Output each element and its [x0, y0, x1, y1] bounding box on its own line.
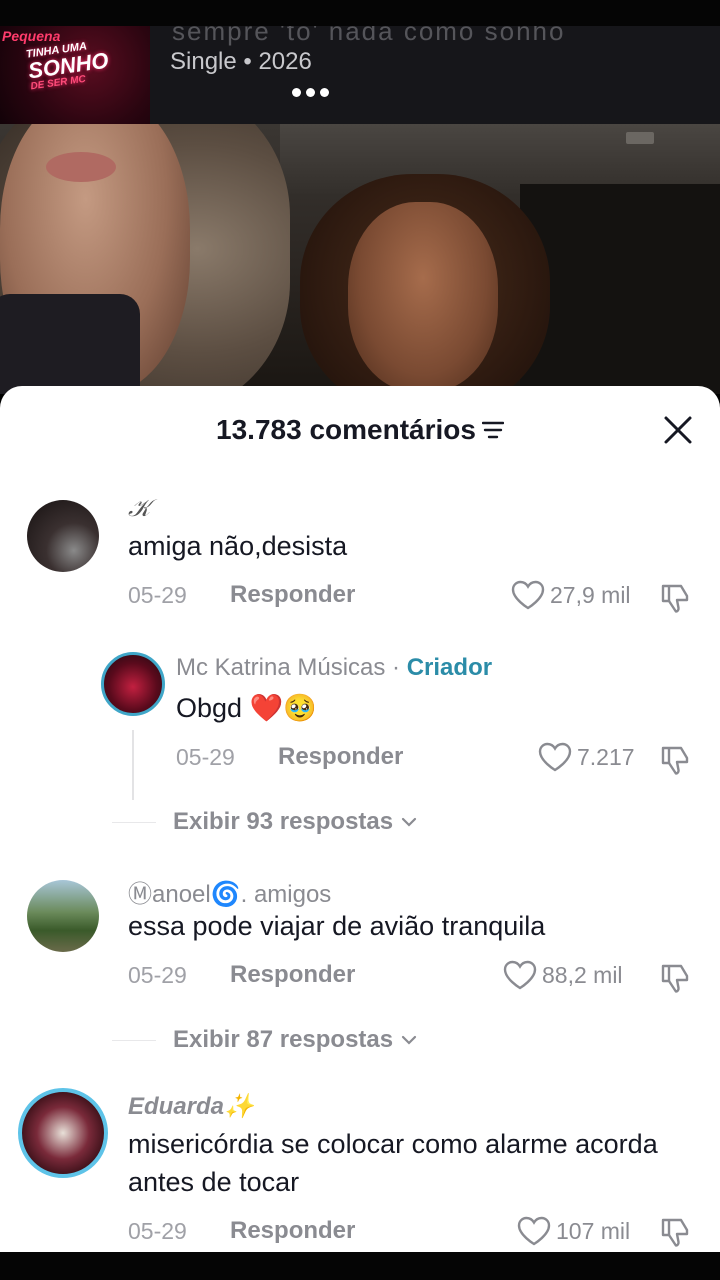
- view-replies-button[interactable]: Exibir 93 respostas: [173, 808, 417, 836]
- reply-button[interactable]: Responder: [230, 961, 355, 989]
- song-title: sempre 'to' nada como sonho: [172, 26, 566, 46]
- avatar[interactable]: [27, 880, 99, 952]
- comments-count-title: 13.783 comentários: [0, 414, 720, 446]
- heart-icon: [517, 1216, 551, 1246]
- comment-username[interactable]: Ⓜanoel🌀. amigos: [128, 874, 331, 909]
- view-replies-button[interactable]: Exibir 87 respostas: [173, 1026, 417, 1054]
- like-button[interactable]: 27,9 mil: [511, 580, 631, 610]
- creator-badge: Criador: [406, 654, 493, 681]
- top-letterbox: [0, 0, 720, 26]
- comment-date: 05-29: [128, 1218, 187, 1244]
- chevron-down-icon: [402, 817, 417, 827]
- dislike-icon[interactable]: [659, 1216, 693, 1250]
- creator-avatar[interactable]: [101, 652, 165, 716]
- replies-divider: [112, 822, 156, 823]
- comment-username[interactable]: Eduarda✨: [128, 1092, 254, 1121]
- song-meta: Single • 2026: [170, 48, 312, 75]
- comment-date: 05-29: [128, 582, 187, 608]
- music-header[interactable]: Pequena TINHA UMA SONHO DE SER MC sempre…: [0, 26, 720, 124]
- comment-date: 05-29: [128, 962, 187, 988]
- dislike-icon[interactable]: [659, 582, 693, 616]
- reply-button[interactable]: Responder: [230, 581, 355, 609]
- more-options-icon[interactable]: [292, 88, 332, 100]
- like-count: 107 mil: [556, 1217, 631, 1244]
- sort-filter-icon[interactable]: [481, 421, 504, 439]
- close-icon[interactable]: [662, 414, 694, 446]
- heart-icon: [503, 960, 537, 990]
- like-count: 88,2 mil: [542, 961, 623, 988]
- heart-icon: [538, 742, 572, 772]
- like-button[interactable]: 7.217: [538, 742, 635, 772]
- comment-username[interactable]: 𝒦: [128, 494, 150, 522]
- comments-sheet: 13.783 comentários 𝒦 amiga não,desista 0…: [0, 386, 720, 1252]
- comments-header: 13.783 comentários: [0, 386, 720, 476]
- chevron-down-icon: [402, 1035, 417, 1045]
- video-person-right: [348, 202, 498, 392]
- thread-line: [132, 730, 134, 800]
- dislike-icon[interactable]: [659, 962, 693, 996]
- like-button[interactable]: 88,2 mil: [503, 960, 623, 990]
- heart-icon: [511, 580, 545, 610]
- avatar[interactable]: [18, 1088, 108, 1178]
- comment-text: amiga não,desista: [128, 531, 348, 561]
- video-player[interactable]: [0, 124, 720, 394]
- like-count: 27,9 mil: [550, 581, 631, 608]
- comment-text: essa pode viajar de avião tranquila: [128, 911, 546, 941]
- replies-divider: [112, 1040, 156, 1041]
- reply-date: 05-29: [176, 744, 235, 770]
- like-button[interactable]: 107 mil: [517, 1216, 630, 1246]
- bottom-letterbox: [0, 1252, 720, 1280]
- cover-art-text: TINHA UMA SONHO DE SER MC: [25, 40, 111, 93]
- comment-text: misericórdia se colocar como alarme acor…: [128, 1129, 658, 1197]
- avatar[interactable]: [27, 500, 99, 572]
- like-count: 7.217: [577, 743, 635, 770]
- dislike-icon[interactable]: [659, 744, 693, 778]
- cover-title-text: Pequena: [2, 28, 61, 44]
- album-cover[interactable]: Pequena TINHA UMA SONHO DE SER MC: [0, 26, 150, 124]
- reply-button[interactable]: Responder: [278, 743, 403, 771]
- reply-button[interactable]: Responder: [230, 1217, 355, 1245]
- reply-username[interactable]: Mc Katrina Músicas · Criador: [176, 654, 492, 682]
- reply-text: Obgd ❤️🥹: [176, 693, 317, 723]
